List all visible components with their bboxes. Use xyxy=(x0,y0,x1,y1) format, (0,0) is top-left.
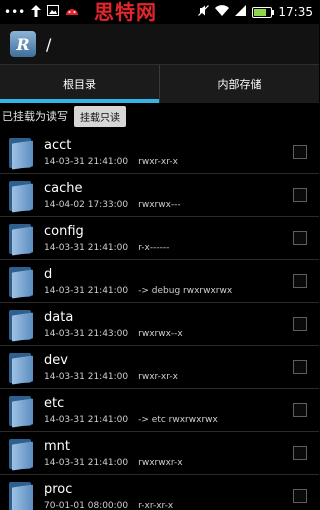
file-name: proc xyxy=(44,481,73,497)
file-name: etc xyxy=(44,395,65,411)
clock: 17:35 xyxy=(278,5,313,19)
tab-root[interactable]: 根目录 xyxy=(0,65,159,103)
image-icon xyxy=(47,5,60,19)
wifi-icon xyxy=(215,5,230,19)
tab-bar: 根目录 内部存储 xyxy=(0,64,319,103)
tab-internal-storage[interactable]: 内部存储 xyxy=(159,65,319,103)
select-checkbox[interactable] xyxy=(293,360,307,374)
file-permissions: rwxr-xr-x xyxy=(138,371,178,382)
select-checkbox[interactable] xyxy=(293,231,307,245)
mount-status: 已挂载为读写 xyxy=(2,110,68,123)
file-date: 14-04-02 17:33:00 xyxy=(44,199,129,210)
list-item-proc[interactable]: proc 70-01-01 08:00:00 r-xr-xr-x xyxy=(0,475,319,510)
file-permissions: -> etc rwxrwxrwx xyxy=(138,414,218,425)
file-permissions: rwxrwxr-x xyxy=(138,457,183,468)
select-checkbox[interactable] xyxy=(293,446,307,460)
file-date: 14-03-31 21:43:00 xyxy=(44,328,129,339)
list-item-mnt[interactable]: mnt 14-03-31 21:41:00 rwxrwxr-x xyxy=(0,432,319,475)
mount-readonly-button[interactable]: 挂载只读 xyxy=(74,105,126,127)
file-date: 14-03-31 21:41:00 xyxy=(44,285,129,296)
mute-icon xyxy=(198,5,210,19)
file-name: dev xyxy=(44,352,68,368)
app-icon[interactable]: R xyxy=(10,31,36,57)
file-permissions: rwxr-xr-x xyxy=(138,156,178,167)
select-checkbox[interactable] xyxy=(293,489,307,503)
list-item-d[interactable]: d 14-03-31 21:41:00 -> debug rwxrwxrwx xyxy=(0,260,319,303)
list-item-acct[interactable]: acct 14-03-31 21:41:00 rwxr-xr-x xyxy=(0,131,319,174)
file-permissions: r-x------ xyxy=(138,242,170,253)
file-date: 14-03-31 21:41:00 xyxy=(44,156,129,167)
file-date: 14-03-31 21:41:00 xyxy=(44,457,129,468)
folder-icon xyxy=(9,179,33,213)
mount-row: 已挂载为读写 挂载只读 xyxy=(0,104,319,128)
folder-icon xyxy=(9,437,33,471)
file-list: acct 14-03-31 21:41:00 rwxr-xr-x cache 14… xyxy=(0,131,319,510)
file-date: 14-03-31 21:41:00 xyxy=(44,371,129,382)
file-name: config xyxy=(44,223,84,239)
file-permissions: r-xr-xr-x xyxy=(138,500,174,510)
file-date: 70-01-01 08:00:00 xyxy=(44,500,129,510)
folder-icon xyxy=(9,308,33,342)
list-item-config[interactable]: config 14-03-31 21:41:00 r-x------ xyxy=(0,217,319,260)
list-item-etc[interactable]: etc 14-03-31 21:41:00 -> etc rwxrwxrwx xyxy=(0,389,319,432)
file-name: mnt xyxy=(44,438,70,454)
list-item-cache[interactable]: cache 14-04-02 17:33:00 rwxrwx--- xyxy=(0,174,319,217)
android-robot-icon xyxy=(65,5,79,19)
current-path: / xyxy=(46,34,52,54)
folder-icon xyxy=(9,222,33,256)
file-name: data xyxy=(44,309,74,325)
file-date: 14-03-31 21:41:00 xyxy=(44,242,129,253)
file-permissions: rwxrwx--- xyxy=(138,199,181,210)
select-checkbox[interactable] xyxy=(293,274,307,288)
select-checkbox[interactable] xyxy=(293,145,307,159)
folder-icon xyxy=(9,394,33,428)
more-dots-icon: ••• xyxy=(4,5,26,19)
folder-icon xyxy=(9,136,33,170)
file-permissions: -> debug rwxrwxrwx xyxy=(138,285,233,296)
signal-icon xyxy=(235,5,247,19)
file-name: d xyxy=(44,266,53,282)
status-bar: ••• 思特网 17:35 xyxy=(0,0,319,24)
file-permissions: rwxrwx--x xyxy=(138,328,183,339)
select-checkbox[interactable] xyxy=(293,317,307,331)
file-name: acct xyxy=(44,137,72,153)
list-item-data[interactable]: data 14-03-31 21:43:00 rwxrwx--x xyxy=(0,303,319,346)
list-item-dev[interactable]: dev 14-03-31 21:41:00 rwxr-xr-x xyxy=(0,346,319,389)
file-name: cache xyxy=(44,180,83,196)
action-bar: R / xyxy=(0,24,319,64)
upload-arrow-icon xyxy=(31,4,42,20)
battery-icon xyxy=(252,6,275,18)
file-date: 14-03-31 21:41:00 xyxy=(44,414,129,425)
folder-icon xyxy=(9,265,33,299)
folder-icon xyxy=(9,351,33,385)
watermark-logo: 思特网 xyxy=(94,0,157,24)
select-checkbox[interactable] xyxy=(293,188,307,202)
select-checkbox[interactable] xyxy=(293,403,307,417)
folder-icon xyxy=(9,480,33,510)
